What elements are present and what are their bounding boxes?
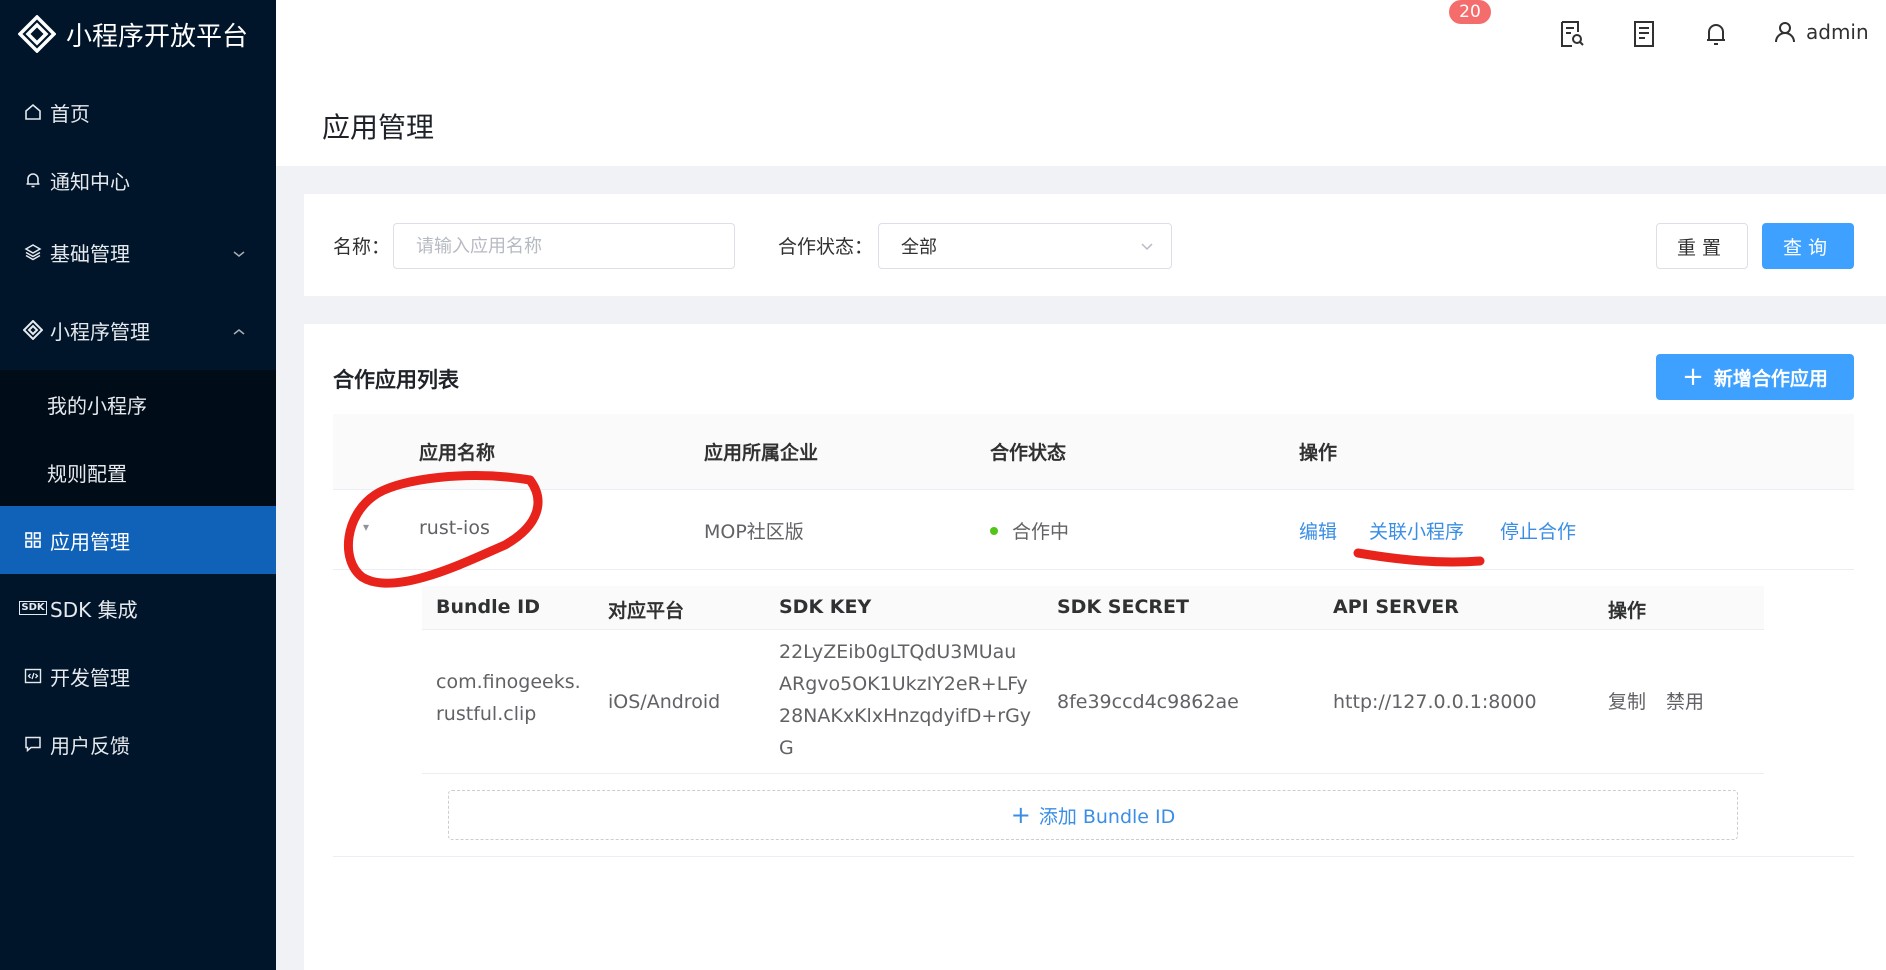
status-cell: 合作中 xyxy=(990,517,1069,544)
sidebar-item-rule-config[interactable]: 规则配置 xyxy=(0,438,276,506)
sidebar-item-home[interactable]: 首页 xyxy=(0,78,276,146)
edit-link[interactable]: 编辑 xyxy=(1299,517,1337,544)
add-bundle-id-label: 添加 Bundle ID xyxy=(1038,805,1176,828)
disable-link[interactable]: 禁用 xyxy=(1666,686,1704,718)
list-title: 合作应用列表 xyxy=(333,368,459,392)
sidebar-item-label: 首页 xyxy=(50,101,90,126)
table-header: 应用名称 应用所属企业 合作状态 操作 xyxy=(333,414,1854,490)
copy-link[interactable]: 复制 xyxy=(1608,686,1646,718)
sdk-key-line: 28NAKxKlxHnzqdyifD+rGy xyxy=(779,705,1032,727)
column-header: Bundle ID xyxy=(436,596,540,618)
status-select[interactable]: 全部 xyxy=(878,223,1172,269)
filter-card: 名称： 合作状态： 全部 重置 查询 xyxy=(304,194,1886,296)
sidebar-item-label: 通知中心 xyxy=(50,169,130,194)
username: admin xyxy=(1806,20,1869,44)
document-icon[interactable] xyxy=(1630,20,1658,48)
name-filter-label: 名称： xyxy=(333,236,391,258)
bell-icon xyxy=(22,169,44,191)
bundle-id-cell: com.finogeeks. rustful.clip xyxy=(436,666,581,730)
add-app-button[interactable]: + 新增合作应用 xyxy=(1656,354,1854,400)
query-button[interactable]: 查询 xyxy=(1762,223,1854,269)
plus-icon: + xyxy=(1682,362,1704,392)
column-header: SDK SECRET xyxy=(1057,596,1189,618)
sidebar-item-label: 开发管理 xyxy=(50,665,130,690)
home-icon xyxy=(22,101,44,123)
sidebar-item-label: 应用管理 xyxy=(50,529,130,554)
sidebar-item-feedback[interactable]: 用户反馈 xyxy=(0,710,276,778)
sidebar-item-basic-management[interactable]: 基础管理 xyxy=(0,214,276,290)
bundle-row: com.finogeeks. rustful.clip iOS/Android … xyxy=(422,630,1764,774)
user-menu[interactable]: admin xyxy=(1774,20,1869,44)
column-header: 对应平台 xyxy=(608,600,685,622)
diamond-logo-icon xyxy=(22,319,44,341)
bundle-id-line: com.finogeeks. xyxy=(436,671,581,693)
column-header: 应用名称 xyxy=(419,442,496,464)
sdk-key-line: 22LyZEib0gLTQdU3MUau xyxy=(779,641,1017,663)
chevron-up-icon xyxy=(232,318,246,342)
sidebar-item-app-management[interactable]: 应用管理 xyxy=(0,506,276,574)
app-list-card: 合作应用列表 + 新增合作应用 应用名称 应用所属企业 合作状态 操作 ▾ ru… xyxy=(304,324,1886,970)
sidebar-item-label: 用户反馈 xyxy=(50,733,130,758)
row-divider xyxy=(333,856,1854,857)
stop-cooperation-link[interactable]: 停止合作 xyxy=(1500,517,1576,544)
status-dot-icon xyxy=(990,526,998,535)
sdk-icon-text: SDK xyxy=(19,601,47,615)
sdk-key-cell: 22LyZEib0gLTQdU3MUau ARgvo5OK1UkzIY2eR+L… xyxy=(779,636,1031,764)
add-bundle-id-button[interactable]: + 添加 Bundle ID xyxy=(448,790,1738,840)
sdk-key-line: G xyxy=(779,737,794,759)
column-header: SDK KEY xyxy=(779,596,872,618)
sidebar-item-label: 规则配置 xyxy=(47,461,127,486)
table-row: ▾ rust-ios MOP社区版 合作中 编辑 关联小程序 停止合作 xyxy=(333,490,1854,570)
sdk-icon: SDK xyxy=(19,597,47,619)
page-title-bar: 应用管理 xyxy=(276,78,1886,166)
bundle-table-header: Bundle ID 对应平台 SDK KEY SDK SECRET API SE… xyxy=(422,586,1764,630)
status-filter-label: 合作状态： xyxy=(778,236,874,258)
layers-icon xyxy=(22,241,44,263)
column-header: 应用所属企业 xyxy=(704,442,819,464)
api-server-cell: http://127.0.0.1:8000 xyxy=(1333,691,1537,713)
code-icon xyxy=(22,665,44,687)
sidebar-item-label: 基础管理 xyxy=(50,241,130,266)
chevron-down-icon xyxy=(1139,238,1155,259)
sdk-key-line: ARgvo5OK1UkzIY2eR+LFy xyxy=(779,673,1028,695)
reset-button[interactable]: 重置 xyxy=(1656,223,1748,269)
sidebar-item-miniprogram-management[interactable]: 小程序管理 xyxy=(0,290,276,370)
notification-badge: 20 xyxy=(1449,0,1491,24)
add-app-button-label: 新增合作应用 xyxy=(1713,367,1828,390)
link-miniprogram-link[interactable]: 关联小程序 xyxy=(1369,517,1464,544)
plus-icon: + xyxy=(1010,801,1031,829)
sidebar-item-label: 小程序管理 xyxy=(50,319,150,344)
grid-icon xyxy=(22,529,44,551)
logo-text: 小程序开放平台 xyxy=(66,21,249,52)
status-text: 合作中 xyxy=(1012,521,1070,543)
app-name-input[interactable] xyxy=(393,223,735,269)
sidebar-item-notifications[interactable]: 通知中心 xyxy=(0,146,276,214)
logo[interactable]: 小程序开放平台 xyxy=(0,0,276,68)
sidebar-item-dev-management[interactable]: 开发管理 xyxy=(0,642,276,710)
status-select-value: 全部 xyxy=(901,237,937,258)
column-header: 操作 xyxy=(1608,600,1647,622)
company-cell: MOP社区版 xyxy=(704,521,804,543)
sidebar-item-label: SDK 集成 xyxy=(50,597,138,622)
diamond-logo-icon xyxy=(18,15,56,53)
chevron-down-icon xyxy=(232,240,246,264)
app-name-cell: rust-ios xyxy=(419,517,490,539)
user-icon xyxy=(1775,22,1795,43)
page-title: 应用管理 xyxy=(322,111,435,144)
notification-bell-icon[interactable] xyxy=(1702,20,1730,48)
bundle-id-line: rustful.clip xyxy=(436,703,537,725)
sdk-secret-cell: 8fe39ccd4c9862ae xyxy=(1057,691,1239,713)
column-header: API SERVER xyxy=(1333,596,1459,618)
expand-caret-icon[interactable]: ▾ xyxy=(363,520,369,534)
sidebar-item-my-miniprograms[interactable]: 我的小程序 xyxy=(0,370,276,438)
platform-cell: iOS/Android xyxy=(608,691,721,713)
column-header: 合作状态 xyxy=(990,442,1067,464)
message-icon xyxy=(22,733,44,755)
sidebar-item-sdk[interactable]: SDK SDK 集成 xyxy=(0,574,276,642)
submenu-miniprogram: 我的小程序 规则配置 xyxy=(0,370,276,506)
sidebar: 小程序开放平台 首页 通知中心 基础管理 小程序管理 我的小程序 规则配置 应用… xyxy=(0,0,276,970)
document-search-icon[interactable] xyxy=(1558,20,1586,48)
sidebar-item-label: 我的小程序 xyxy=(47,393,147,418)
column-header: 操作 xyxy=(1299,442,1338,464)
